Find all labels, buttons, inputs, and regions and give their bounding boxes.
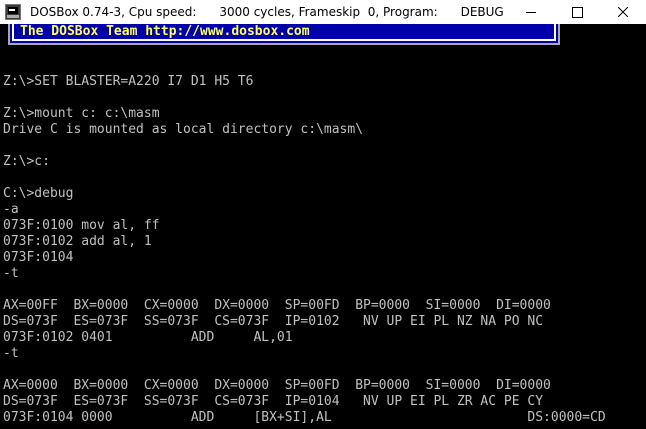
console-line: 073F:0102 add al, 1 <box>3 234 152 249</box>
window-title: DOSBox 0.74-3, Cpu speed: 3000 cycles, F… <box>30 4 504 20</box>
dosbox-window: DOSBox 0.74-3, Cpu speed: 3000 cycles, F… <box>0 0 646 429</box>
console-line: Drive C is mounted as local directory c:… <box>3 122 364 137</box>
console-line: 073F:0102 0401 ADD AL,01 <box>3 330 293 345</box>
title-app: DOSBox 0.74-3, Cpu speed: <box>30 5 197 19</box>
close-button[interactable] <box>600 0 646 24</box>
console-output: Z:\>SET BLASTER=A220 I7 D1 H5 T6 Z:\>moun… <box>3 58 606 426</box>
console-line: AX=0000 BX=0000 CX=0000 DX=0000 SP=00FD … <box>3 378 551 393</box>
console-line: 073F:0104 <box>3 250 74 265</box>
console-line: Z:\>mount c: c:\masm <box>3 106 160 121</box>
console-line: AX=00FF BX=0000 CX=0000 DX=0000 SP=00FD … <box>3 298 551 313</box>
welcome-banner: The DOSBox Team http://www.dosbox.com <box>8 24 560 45</box>
console-line: -t <box>3 266 19 281</box>
minimize-button[interactable] <box>508 0 554 24</box>
dosbox-app-icon[interactable] <box>5 4 21 20</box>
close-icon <box>618 7 628 17</box>
title-program: DEBUG <box>460 5 504 19</box>
console-line: -t <box>3 346 19 361</box>
console-line: DS=073F ES=073F SS=073F CS=073F IP=0102 … <box>3 314 544 329</box>
banner-text: The DOSBox Team http://www.dosbox.com <box>20 24 310 39</box>
console-line: Z:\>SET BLASTER=A220 I7 D1 H5 T6 <box>3 74 254 89</box>
maximize-button[interactable] <box>554 0 600 24</box>
console-line: Z:\>c: <box>3 154 50 169</box>
console-line: -a <box>3 202 19 217</box>
console-line: 073F:0100 mov al, ff <box>3 218 160 233</box>
console-line: DS=073F ES=073F SS=073F CS=073F IP=0104 … <box>3 394 544 409</box>
console-line: 073F:0104 0000 ADD [BX+SI],AL DS:0000=CD <box>3 410 606 425</box>
title-bar[interactable]: DOSBox 0.74-3, Cpu speed: 3000 cycles, F… <box>0 0 646 24</box>
console-line: C:\>debug <box>3 186 74 201</box>
dos-screen[interactable]: The DOSBox Team http://www.dosbox.com Z:… <box>0 24 646 429</box>
title-cycles: 3000 cycles, Frameskip 0, Program: <box>219 5 438 19</box>
